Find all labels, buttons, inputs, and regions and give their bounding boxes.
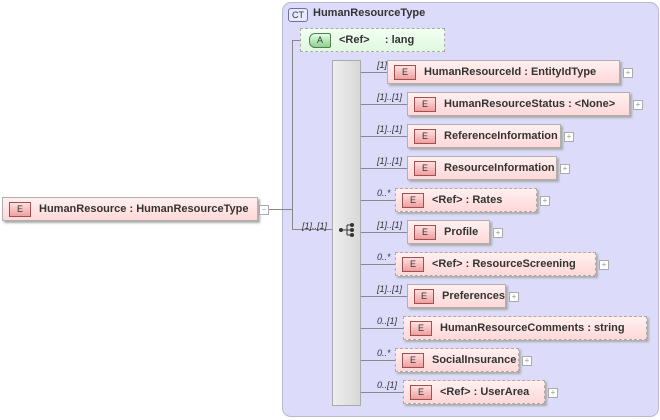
- connector: [292, 40, 293, 230]
- connector: [361, 392, 403, 393]
- child-label: SocialInsurance: [432, 354, 517, 366]
- child-element[interactable]: E <Ref> : Rates: [395, 188, 537, 212]
- connector: [361, 72, 387, 73]
- expand-icon[interactable]: +: [522, 356, 532, 366]
- connector: [361, 104, 407, 105]
- element-icon: E: [414, 128, 436, 144]
- child-cardinality: 0..[1]: [377, 380, 398, 390]
- child-label: <Ref> : ResourceScreening: [432, 258, 576, 270]
- expand-icon[interactable]: +: [633, 100, 643, 110]
- child-label: HumanResourceStatus : <None>: [444, 98, 616, 110]
- child-element[interactable]: E <Ref> : UserArea: [403, 380, 545, 404]
- child-label: <Ref> : UserArea: [440, 386, 530, 398]
- connector: [361, 328, 403, 329]
- expand-icon[interactable]: +: [560, 164, 570, 174]
- connector: [361, 296, 407, 297]
- child-cardinality: [1]..[1]: [377, 284, 403, 294]
- connector: [361, 136, 407, 137]
- child-cardinality: 0..*: [377, 252, 391, 262]
- child-label: <Ref> : Rates: [432, 194, 503, 206]
- element-icon: E: [394, 64, 416, 80]
- child-label: ResourceInformation: [444, 162, 555, 174]
- child-label: Profile: [444, 226, 479, 238]
- connector: [361, 264, 395, 265]
- child-element[interactable]: E HumanResourceStatus : <None>: [407, 92, 630, 116]
- expand-icon[interactable]: +: [493, 228, 503, 238]
- connector: [361, 360, 395, 361]
- child-cardinality: [1]..[1]: [377, 124, 403, 134]
- child-label: Preferences: [442, 290, 505, 302]
- child-element[interactable]: E Preferences: [407, 284, 506, 308]
- sequence-cardinality: [1]..[1]: [302, 221, 328, 231]
- sequence-icon: [339, 223, 354, 237]
- child-element[interactable]: E HumanResourceComments : string: [403, 316, 647, 340]
- root-element[interactable]: E HumanResource : HumanResourceType: [2, 197, 258, 221]
- child-cardinality: 0..*: [377, 188, 391, 198]
- child-element[interactable]: E SocialInsurance: [395, 348, 519, 372]
- child-element[interactable]: E HumanResourceId : EntityIdType: [387, 60, 620, 84]
- complex-type-badge: CT: [288, 8, 308, 22]
- attribute-name: : lang: [384, 34, 415, 46]
- expand-icon[interactable]: +: [548, 388, 558, 398]
- element-icon: E: [414, 160, 436, 176]
- child-cardinality: [1]..[1]: [377, 220, 403, 230]
- collapse-toggle[interactable]: −: [259, 205, 269, 215]
- child-cardinality: [1]..[1]: [377, 156, 403, 166]
- element-icon: E: [402, 192, 424, 208]
- element-icon: E: [402, 256, 424, 272]
- root-type: HumanResourceType: [136, 203, 249, 215]
- attribute-lang[interactable]: A <Ref> : lang: [300, 28, 445, 52]
- expand-icon[interactable]: +: [623, 68, 633, 78]
- child-label: ReferenceInformation: [444, 130, 558, 142]
- child-cardinality: 0..*: [377, 348, 391, 358]
- element-icon: E: [402, 352, 424, 368]
- expand-icon[interactable]: +: [564, 132, 574, 142]
- complex-type-title: HumanResourceType: [313, 7, 426, 19]
- expand-icon[interactable]: +: [599, 260, 609, 270]
- child-element[interactable]: E <Ref> : ResourceScreening: [395, 252, 596, 276]
- child-element[interactable]: E Profile: [407, 220, 490, 244]
- root-name: HumanResource: [39, 203, 127, 215]
- connector: [361, 168, 407, 169]
- element-icon: E: [414, 96, 436, 112]
- attribute-icon: A: [309, 32, 331, 48]
- child-element[interactable]: E ResourceInformation: [407, 156, 557, 180]
- sequence-compositor[interactable]: [332, 60, 361, 406]
- expand-icon[interactable]: +: [540, 196, 550, 206]
- child-element[interactable]: E ReferenceInformation: [407, 124, 561, 148]
- connector: [361, 232, 407, 233]
- element-icon: E: [414, 224, 436, 240]
- child-cardinality: [1]..[1]: [377, 92, 403, 102]
- element-icon: E: [9, 201, 31, 217]
- child-label: HumanResourceId : EntityIdType: [424, 66, 597, 78]
- attribute-ref: <Ref>: [339, 34, 370, 46]
- element-icon: E: [410, 320, 432, 336]
- connector: [269, 209, 292, 210]
- element-icon: E: [410, 384, 432, 400]
- child-label: HumanResourceComments : string: [440, 322, 625, 334]
- element-icon: E: [414, 288, 434, 304]
- child-cardinality: 0..[1]: [377, 316, 398, 326]
- connector: [361, 200, 395, 201]
- expand-icon[interactable]: +: [509, 292, 519, 302]
